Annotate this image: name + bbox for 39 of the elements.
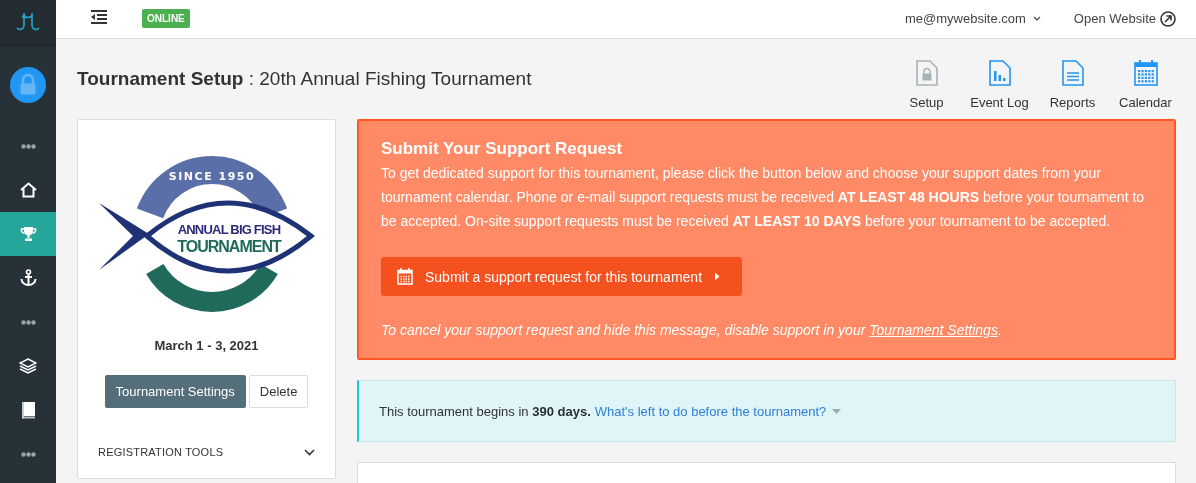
caret-icon (832, 408, 842, 414)
settings-button[interactable]: Tournament Settings (104, 375, 246, 408)
bar-chart-document-icon (988, 59, 1011, 86)
document-icon (1061, 59, 1084, 86)
more-icon[interactable] (20, 143, 36, 149)
locked-document-icon (915, 59, 938, 86)
countdown-text: This tournament begins in 390 days. (379, 403, 591, 419)
calendar-icon (1133, 59, 1158, 86)
toolbar-button[interactable]: Reports (1036, 47, 1109, 110)
tournament-name: : 20th Annual Fishing Tournament (247, 67, 532, 89)
more-icon[interactable] (20, 451, 36, 457)
lock-avatar-icon[interactable] (10, 67, 46, 103)
calendar-icon (397, 268, 413, 285)
external-link-icon (1160, 10, 1176, 27)
anchor-icon[interactable] (19, 269, 37, 287)
sidebar-item-highlight[interactable] (0, 212, 56, 256)
trophy-icon[interactable] (19, 226, 37, 242)
alert-message: To get dedicated support for this tournament, please click the button below and choose your support dates from your tournament calendar. Phone or e-mail support requests must be received AT LEAST 48 HOURS before your tournament to be accepted. On-site support requests must be received AT LEAST 10 DAYS before your tournament to be accepted. (381, 164, 1146, 231)
chevron-icon (304, 448, 315, 456)
todo-link[interactable]: What's left to do before the tournament? (594, 403, 842, 419)
section-header[interactable]: REGISTRATION TOOLS (98, 446, 315, 458)
collapse-menu-icon[interactable] (90, 10, 108, 25)
layers-icon[interactable] (19, 358, 37, 374)
alert-title: Submit Your Support Request (381, 139, 624, 159)
page-title: Tournament Setup (77, 67, 244, 89)
home-icon[interactable] (19, 182, 37, 198)
chevron-down-icon (1032, 16, 1041, 22)
open-website-link[interactable]: Open Website (1073, 10, 1176, 27)
cancel-note: To cancel your support request and hide this message, disable support in your Tournament Settings. (381, 321, 1003, 340)
more-icon[interactable] (20, 319, 36, 325)
account-menu[interactable]: me@mywebsite.com (905, 11, 1041, 27)
book-icon[interactable] (20, 401, 36, 419)
tournament-logo: SINCE 1950 ANNUAL BIG FISH TOURNAMENT (96, 142, 317, 318)
toolbar-button[interactable]: Event Log (963, 47, 1036, 110)
toolbar-button[interactable]: Calendar (1109, 47, 1182, 110)
status-badge: ONLINE (142, 9, 190, 29)
caret-icon (714, 272, 721, 281)
delete-button[interactable]: Delete (248, 375, 309, 408)
event-dates: March 1 - 3, 2021 (153, 338, 260, 353)
